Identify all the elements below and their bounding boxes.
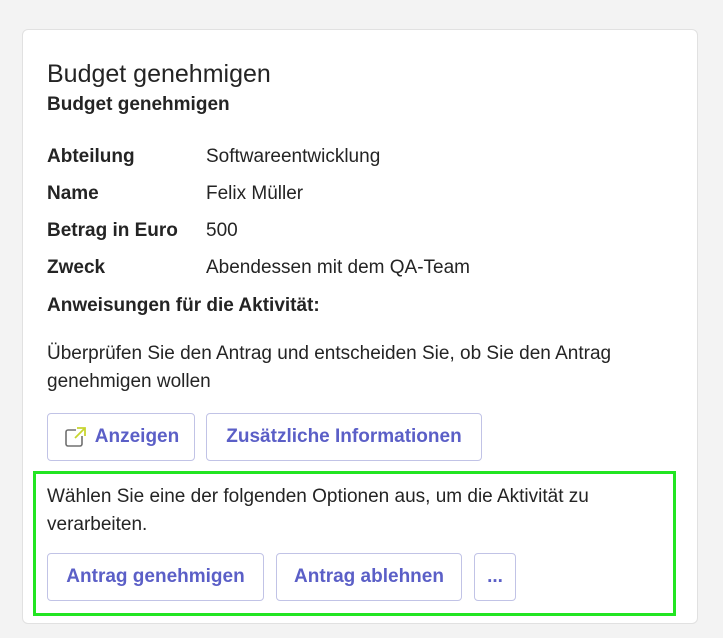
fact-row-purpose: Zweck Abendessen mit dem QA-Team	[47, 249, 667, 286]
fact-value: Felix Müller	[206, 182, 304, 204]
fact-set: Abteilung Softwareentwicklung Name Felix…	[47, 138, 667, 286]
view-button[interactable]: Anzeigen	[47, 413, 195, 461]
instructions-heading: Anweisungen für die Aktivität:	[47, 295, 320, 316]
card-subtitle: Budget genehmigen	[47, 94, 230, 115]
more-info-button-label: Zusätzliche Informationen	[226, 426, 462, 447]
fact-row-name: Name Felix Müller	[47, 175, 667, 212]
fact-row-amount: Betrag in Euro 500	[47, 212, 667, 249]
reject-request-button[interactable]: Antrag ablehnen	[276, 553, 462, 601]
reject-request-label: Antrag ablehnen	[294, 566, 444, 587]
fact-key: Abteilung	[47, 145, 135, 167]
card-title: Budget genehmigen	[47, 60, 271, 88]
approval-card: Budget genehmigen Budget genehmigen Abte…	[22, 29, 698, 624]
fact-value: Abendessen mit dem QA-Team	[206, 256, 471, 278]
options-container: Wählen Sie eine der folgenden Optionen a…	[33, 471, 676, 616]
more-options-label: ...	[487, 566, 503, 587]
approve-request-button[interactable]: Antrag genehmigen	[47, 553, 264, 601]
more-options-button[interactable]: ...	[474, 553, 516, 601]
fact-value: Softwareentwicklung	[206, 145, 381, 167]
options-text: Wählen Sie eine der folgenden Optionen a…	[47, 486, 589, 535]
fact-key: Zweck	[47, 256, 106, 278]
fact-value: 500	[206, 219, 238, 241]
open-external-icon	[63, 424, 89, 450]
approve-request-label: Antrag genehmigen	[66, 566, 245, 587]
more-info-button[interactable]: Zusätzliche Informationen	[206, 413, 482, 461]
fact-row-department: Abteilung Softwareentwicklung	[47, 138, 667, 175]
fact-key: Name	[47, 182, 99, 204]
fact-key: Betrag in Euro	[47, 219, 178, 241]
instructions-text: Überprüfen Sie den Antrag und entscheide…	[47, 343, 612, 392]
view-button-label: Anzeigen	[94, 426, 180, 447]
